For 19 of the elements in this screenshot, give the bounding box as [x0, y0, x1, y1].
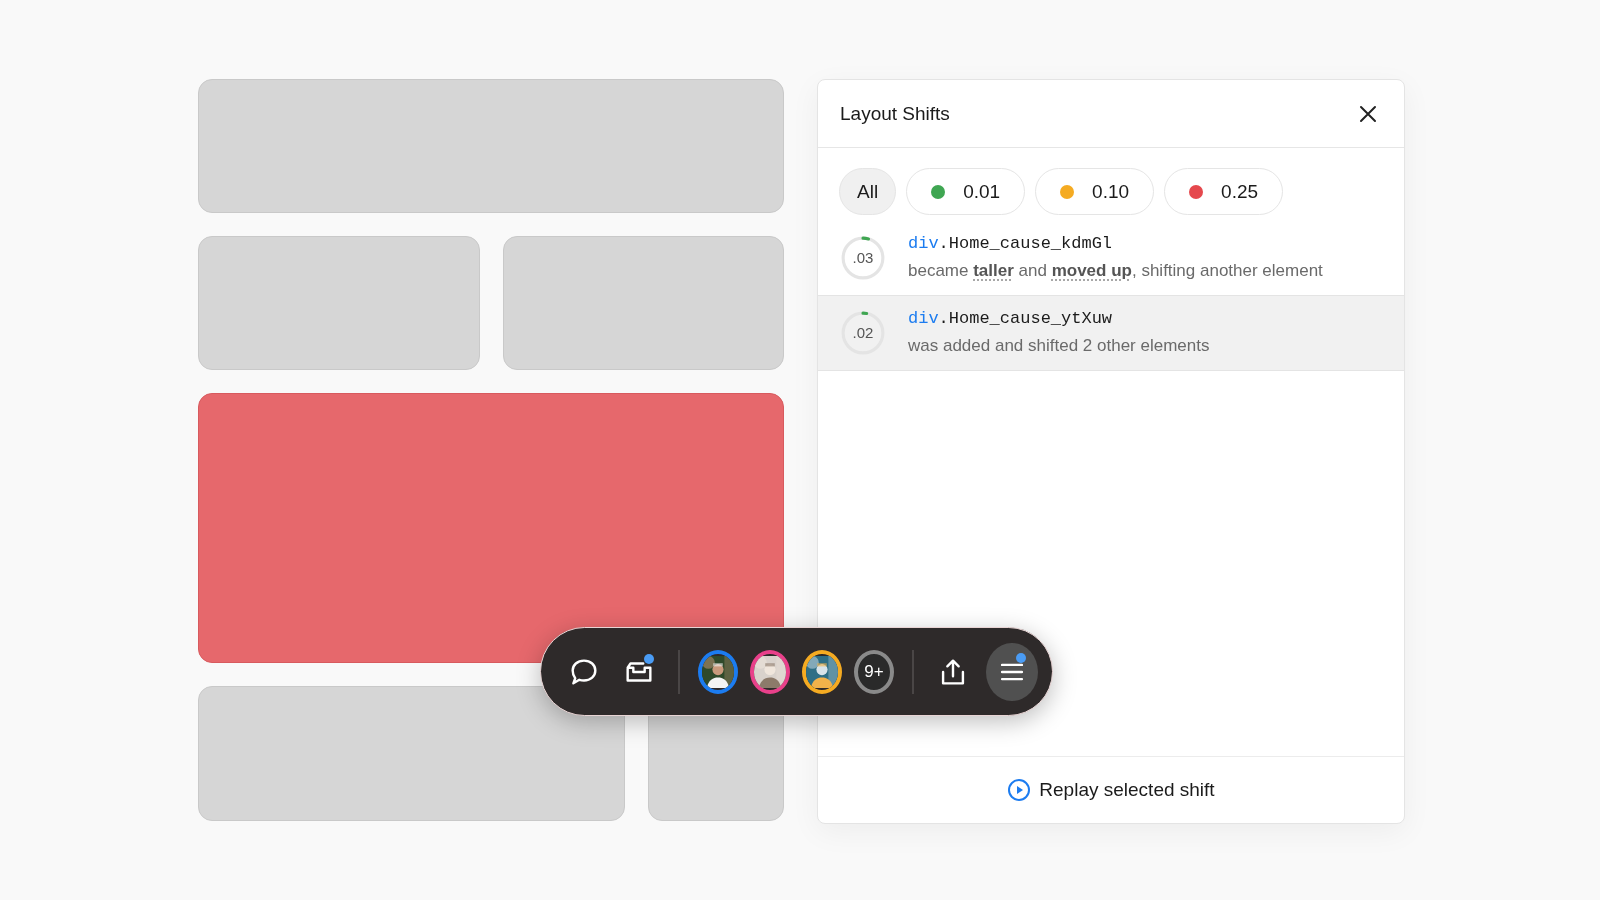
replay-button[interactable]: Replay selected shift — [1001, 777, 1221, 803]
avatar[interactable] — [802, 649, 843, 694]
play-icon — [1007, 778, 1032, 802]
shift-description: became taller and moved up, shifting another element — [908, 261, 1323, 281]
filter-chip[interactable]: 0.25 — [1164, 168, 1284, 215]
score-value: .02 — [851, 322, 875, 343]
selector-text: div.Home_cause_ytXuw — [908, 309, 1114, 328]
more-avatars-button[interactable]: 9+ — [854, 649, 895, 694]
shift-description: was added and shifted 2 other elements — [908, 336, 1210, 356]
filter-chip[interactable]: 0.10 — [1035, 168, 1155, 215]
selector-text: div.Home_cause_kdmGl — [908, 234, 1114, 253]
filter-chip[interactable]: 0.01 — [906, 168, 1026, 215]
avatar[interactable] — [750, 649, 791, 694]
avatar[interactable] — [698, 649, 739, 694]
shift-row[interactable]: .02 div.Home_cause_ytXuw was added and shifted 2 other elements — [818, 296, 1404, 371]
menu-button[interactable] — [986, 642, 1038, 701]
panel-title: Layout Shifts — [840, 102, 950, 125]
score-value: .03 — [851, 247, 875, 268]
filter-chip[interactable]: All — [839, 168, 897, 215]
